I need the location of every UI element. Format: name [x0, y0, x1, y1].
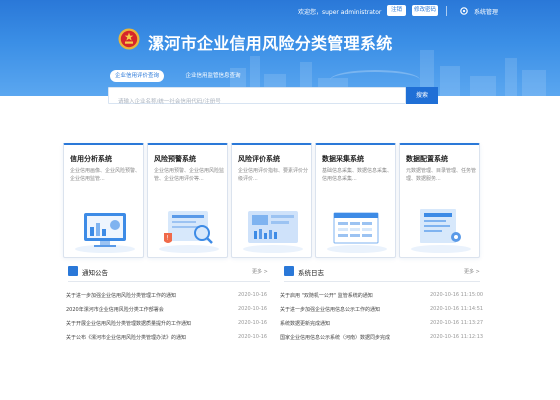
notice-date: 2020-10-16: [238, 292, 268, 298]
notice-date: 2020-10-16: [238, 320, 268, 326]
top-bar: 欢迎您，super administrator 注销 修改密码 系统管理: [0, 3, 560, 19]
city-skyline-decor: [505, 58, 517, 96]
evaluation-illustration: [243, 211, 303, 253]
change-password-button[interactable]: 修改密码: [412, 5, 438, 16]
card-credit-analysis[interactable]: 信用分析系统 企业信用画像、企业风险预警、企业信用监管...: [63, 143, 144, 258]
notice-text: 关于进一步加强企业信用风险分类管理工作的通知: [66, 293, 177, 299]
risk-warning-illustration: !: [159, 211, 219, 253]
log-text: 系统数据更新完成通知: [280, 321, 331, 327]
notices-title: 通知公告: [82, 269, 108, 277]
card-risk-evaluation[interactable]: 风险评价系统 企业信用评价指标、要素评价分级评价...: [231, 143, 312, 258]
notice-text: 2020年漯河市企业信用风险分类工作部署会: [66, 307, 164, 313]
notice-row[interactable]: 关于公布《漯河市企业信用风险分类管理办法》的通知 2020-10-16: [66, 334, 270, 346]
card-description: 基础信息采集、数据信息采集、信用信息采集...: [322, 168, 393, 182]
system-management-label: 系统管理: [474, 8, 499, 16]
notice-text: 关于开展企业信用风险分类管理数据质量提升的工作通知: [66, 321, 192, 327]
log-row[interactable]: 系统数据更新完成通知 2020-10-16 11:13:27: [280, 320, 484, 332]
log-text: 关于启用 "双随机一公开" 监管系统的通知: [280, 293, 373, 299]
logs-more-link[interactable]: 更多 >: [464, 268, 480, 275]
system-management-link[interactable]: 系统管理: [459, 5, 498, 17]
logout-button[interactable]: 注销: [387, 5, 406, 16]
svg-text:!: !: [167, 235, 169, 242]
card-description: 企业信用预警、企业信用风险监管、企业信用评价等...: [154, 168, 225, 182]
city-skyline-decor: [470, 76, 496, 96]
city-skyline-decor: [522, 70, 546, 96]
log-date: 2020-10-16 11:14:51: [430, 306, 484, 312]
card-description: 元数据管理、目录管理、任务管理、数据服务...: [406, 168, 477, 182]
tab-credit-supervision[interactable]: 企业信用监管信息查询: [182, 70, 244, 82]
logs-title: 系统日志: [298, 269, 324, 277]
log-row[interactable]: 关于进一步加强企业信用信息公示工作的通知 2020-10-16 11:14:51: [280, 306, 484, 318]
log-row[interactable]: 关于启用 "双随机一公开" 监管系统的通知 2020-10-16 11:15:0…: [280, 292, 484, 304]
notices-header: 通知公告 更多 >: [68, 266, 268, 280]
search-box: [108, 87, 406, 110]
card-title: 风险评价系统: [238, 155, 280, 163]
log-text: 关于进一步加强企业信用信息公示工作的通知: [280, 307, 381, 313]
log-text: 国家企业信用信息公示系统（河南）数据同步完成: [280, 335, 391, 341]
card-description: 企业信用评价指标、要素评价分级评价...: [238, 168, 309, 182]
divider: [446, 6, 447, 16]
card-title: 信用分析系统: [70, 155, 112, 163]
card-description: 企业信用画像、企业风险预警、企业信用监管...: [70, 168, 141, 182]
card-data-collection[interactable]: 数据采集系统 基础信息采集、数据信息采集、信用信息采集...: [315, 143, 396, 258]
monitor-chart-illustration: [75, 213, 135, 253]
notice-date: 2020-10-16: [238, 334, 268, 340]
notice-row[interactable]: 2020年漯河市企业信用风险分类工作部署会 2020-10-16: [66, 306, 270, 318]
log-row[interactable]: 国家企业信用信息公示系统（河南）数据同步完成 2020-10-16 11:12:…: [280, 334, 484, 346]
card-title: 数据配置系统: [406, 155, 448, 163]
notices-divider: [68, 281, 270, 282]
tab-credit-evaluation[interactable]: 企业信用评价查询: [110, 70, 164, 82]
logs-divider: [284, 281, 480, 282]
log-icon: [284, 266, 294, 276]
search-input[interactable]: [109, 94, 405, 110]
emblem-icon: [118, 28, 140, 50]
search-button[interactable]: 搜索: [406, 87, 438, 104]
card-title: 风险预警系统: [154, 155, 196, 163]
configuration-illustration: [411, 209, 471, 253]
card-title: 数据采集系统: [322, 155, 364, 163]
notice-row[interactable]: 关于开展企业信用风险分类管理数据质量提升的工作通知 2020-10-16: [66, 320, 270, 332]
notice-text: 关于公布《漯河市企业信用风险分类管理办法》的通知: [66, 335, 187, 341]
notice-row[interactable]: 关于进一步加强企业信用风险分类管理工作的通知 2020-10-16: [66, 292, 270, 304]
page-title: 漯河市企业信用风险分类管理系统: [148, 34, 393, 53]
logs-header: 系统日志 更多 >: [284, 266, 480, 280]
welcome-text: 欢迎您，super administrator: [298, 9, 382, 16]
notices-more-link[interactable]: 更多 >: [252, 268, 268, 275]
notice-icon: [68, 266, 78, 276]
log-date: 2020-10-16 11:12:13: [430, 334, 484, 340]
data-collection-illustration: [327, 212, 387, 253]
card-data-configuration[interactable]: 数据配置系统 元数据管理、目录管理、任务管理、数据服务...: [399, 143, 480, 258]
log-date: 2020-10-16 11:13:27: [430, 320, 484, 326]
notice-date: 2020-10-16: [238, 306, 268, 312]
card-risk-warning[interactable]: 风险预警系统 企业信用预警、企业信用风险监管、企业信用评价等... !: [147, 143, 228, 258]
header-banner: 欢迎您，super administrator 注销 修改密码 系统管理 漯河市…: [0, 0, 560, 96]
gear-icon: [460, 7, 468, 15]
log-date: 2020-10-16 11:15:00: [430, 292, 484, 298]
city-skyline-decor: [440, 66, 460, 96]
